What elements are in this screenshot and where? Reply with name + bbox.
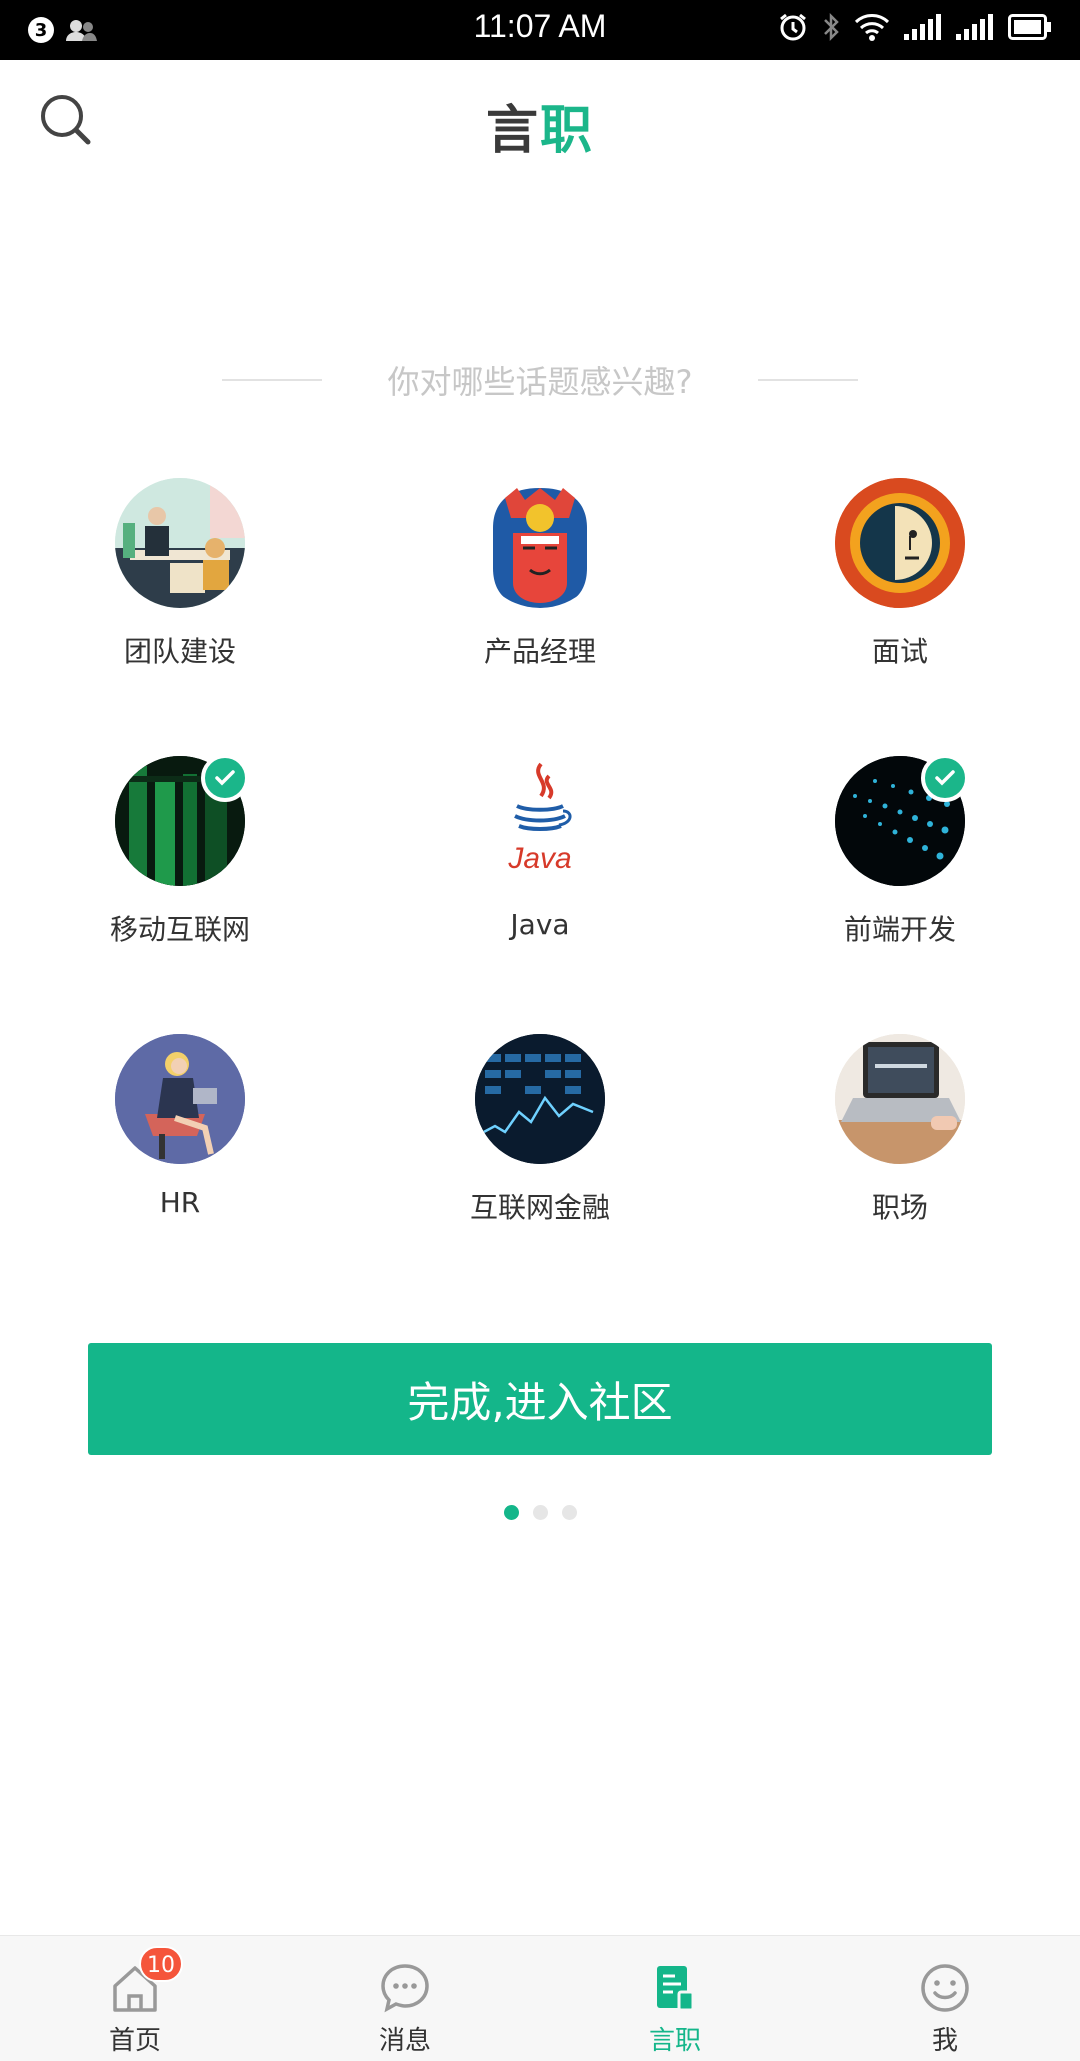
unread-badge: 10	[139, 1946, 183, 1982]
topics-prompt: 你对哪些话题感兴趣?	[222, 355, 858, 405]
page-indicator	[0, 1505, 1080, 1520]
java-logo-text: Java	[507, 842, 571, 875]
topic-label: 移动互联网	[109, 913, 250, 946]
topic-label: 职场	[871, 1191, 928, 1224]
page-title: 言职	[0, 88, 1080, 163]
topic-team-building[interactable]: 团队建设	[60, 478, 300, 698]
topic-internet-finance[interactable]: 互联网金融	[420, 1034, 660, 1254]
product-manager-image	[475, 478, 605, 608]
topic-label: 面试	[871, 635, 928, 668]
prompt-text: 你对哪些话题感兴趣?	[387, 363, 693, 401]
internet-finance-image	[475, 1034, 605, 1164]
nav-yanzhi[interactable]: 言职	[540, 1936, 810, 2061]
app-header: 言职	[0, 60, 1080, 180]
hr-image	[115, 1034, 245, 1164]
java-logo-image: Java	[475, 756, 605, 886]
nav-messages[interactable]: 消息	[270, 1936, 540, 2061]
nav-label: 我	[931, 2026, 958, 2056]
workplace-image	[835, 1034, 965, 1164]
nav-home[interactable]: 10 首页	[0, 1936, 270, 2061]
signal-icon-2	[956, 14, 993, 40]
smile-icon	[921, 1964, 969, 2012]
divider-left	[222, 379, 322, 381]
topic-mobile-internet[interactable]: 移动互联网	[60, 754, 300, 976]
topic-java[interactable]: Java Java	[420, 756, 660, 976]
selected-check-icon	[921, 754, 969, 802]
bluetooth-icon	[824, 12, 839, 42]
topic-label: 前端开发	[843, 913, 956, 946]
topic-interview[interactable]: 面试	[780, 478, 1020, 698]
alarm-icon	[780, 13, 806, 41]
page-dot[interactable]	[561, 1505, 577, 1520]
page-dot[interactable]	[532, 1505, 548, 1520]
title-part-2: 职	[540, 101, 595, 161]
nav-label: 首页	[108, 2026, 161, 2056]
interview-image	[835, 478, 965, 608]
signal-icon-1	[904, 14, 941, 40]
topic-hr[interactable]: HR	[60, 1034, 300, 1254]
topic-label: HR	[159, 1186, 201, 1219]
title-part-1: 言	[485, 101, 540, 161]
selected-check-icon	[201, 754, 249, 802]
topic-workplace[interactable]: 职场	[780, 1034, 1020, 1254]
finish-enter-community-button[interactable]: 完成,进入社区	[88, 1343, 992, 1455]
topic-label: 产品经理	[483, 635, 596, 668]
topic-label: 团队建设	[123, 635, 236, 668]
page-dot-active[interactable]	[503, 1505, 519, 1520]
bottom-nav: 10 首页 消息 言职 我	[0, 1935, 1080, 2061]
topic-label: 互联网金融	[469, 1191, 610, 1224]
nav-label: 言职	[648, 2026, 701, 2056]
team-building-image	[115, 478, 245, 608]
topic-frontend-dev[interactable]: 前端开发	[780, 754, 1020, 976]
message-icon	[381, 1964, 429, 2013]
topic-label: Java	[510, 908, 570, 941]
nav-label: 消息	[378, 2026, 431, 2056]
nav-me[interactable]: 我	[810, 1936, 1080, 2061]
divider-right	[758, 379, 858, 381]
battery-icon	[1008, 14, 1051, 40]
yanzhi-icon	[657, 1966, 695, 2012]
status-bar: 3 11:07 AM	[0, 0, 1080, 60]
wifi-icon	[854, 14, 890, 41]
topic-product-manager[interactable]: 产品经理	[420, 478, 660, 698]
